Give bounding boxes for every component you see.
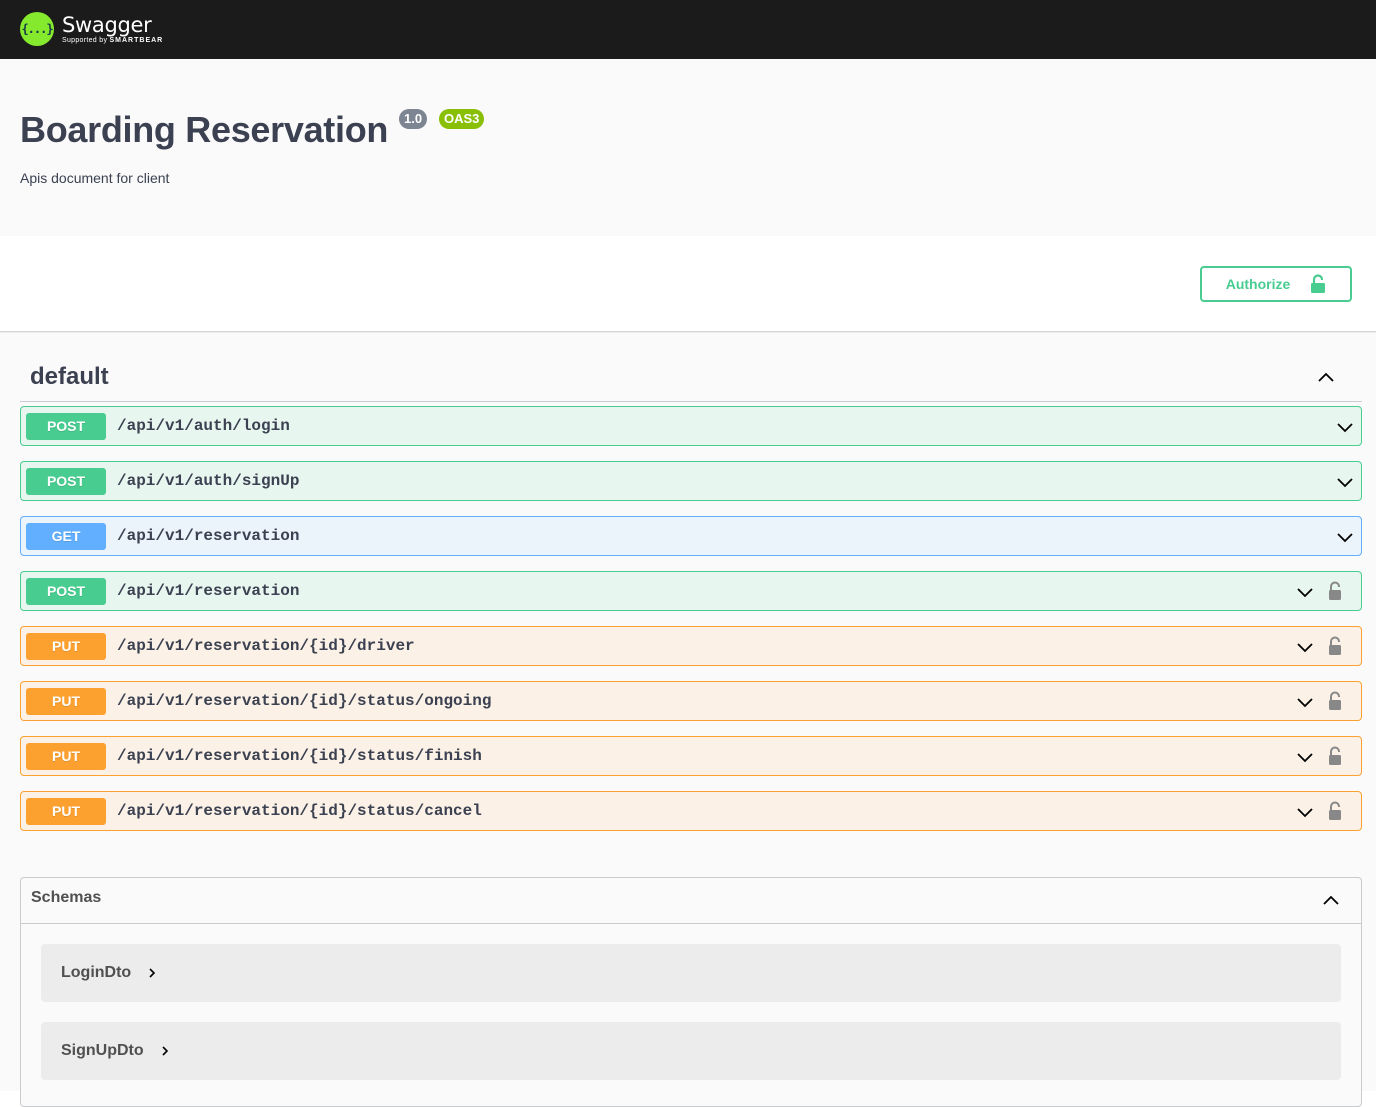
chevron-down-icon[interactable] bbox=[1335, 417, 1355, 437]
operation-path: /api/v1/auth/signUp bbox=[117, 472, 300, 490]
version-badge: 1.0 bbox=[399, 109, 428, 129]
operation-put[interactable]: PUT/api/v1/reservation/{id}/status/finis… bbox=[20, 736, 1362, 776]
unlocked-icon[interactable] bbox=[1327, 801, 1343, 821]
method-badge: POST bbox=[26, 577, 106, 605]
chevron-down-icon[interactable] bbox=[1295, 747, 1315, 767]
swagger-logo[interactable]: {...} Swagger Supported by SMARTBEAR bbox=[20, 10, 163, 48]
schemas-title: Schemas bbox=[31, 889, 102, 906]
operation-path: /api/v1/reservation bbox=[117, 527, 300, 545]
method-badge: PUT bbox=[26, 687, 106, 715]
method-badge: PUT bbox=[26, 797, 106, 825]
tag-section-default[interactable]: default bbox=[20, 351, 1362, 402]
supported-by: Supported by SMARTBEAR bbox=[62, 36, 164, 44]
operation-path: /api/v1/reservation/{id}/driver bbox=[117, 637, 415, 655]
method-badge: POST bbox=[26, 412, 106, 440]
unlocked-icon bbox=[1311, 274, 1326, 293]
chevron-down-icon[interactable] bbox=[1335, 527, 1355, 547]
model-name: LoginDto bbox=[61, 964, 132, 981]
operation-post[interactable]: POST/api/v1/auth/signUp bbox=[20, 461, 1362, 501]
brand-name: Swagger bbox=[62, 12, 152, 37]
authorize-label: Authorize bbox=[1225, 276, 1291, 292]
api-info: Boarding Reservation 1.0 OAS3 Apis docum… bbox=[0, 59, 1376, 236]
method-badge: PUT bbox=[26, 742, 106, 770]
method-badge: GET bbox=[26, 522, 106, 550]
tag-name: default bbox=[30, 363, 109, 390]
model-item[interactable]: LoginDto bbox=[41, 944, 1341, 1002]
unlocked-icon[interactable] bbox=[1327, 581, 1343, 601]
chevron-down-icon[interactable] bbox=[1295, 802, 1315, 822]
chevron-down-icon[interactable] bbox=[1295, 582, 1315, 602]
operation-post[interactable]: POST/api/v1/reservation bbox=[20, 571, 1362, 611]
model-name: SignUpDto bbox=[61, 1042, 144, 1059]
scheme-container: Authorize bbox=[0, 236, 1376, 332]
operation-path: /api/v1/reservation bbox=[117, 582, 300, 600]
chevron-up-icon[interactable] bbox=[1321, 890, 1341, 910]
unlocked-icon[interactable] bbox=[1327, 691, 1343, 711]
api-title: Boarding Reservation bbox=[20, 109, 389, 150]
operations-area: default POST/api/v1/auth/login POST/api/v… bbox=[0, 333, 1376, 1107]
operation-path: /api/v1/reservation/{id}/status/cancel bbox=[117, 802, 482, 820]
api-description: Apis document for client bbox=[20, 170, 170, 186]
operation-path: /api/v1/reservation/{id}/status/finish bbox=[117, 747, 482, 765]
chevron-down-icon[interactable] bbox=[1295, 637, 1315, 657]
operation-put[interactable]: PUT/api/v1/reservation/{id}/driver bbox=[20, 626, 1362, 666]
unlocked-icon[interactable] bbox=[1327, 636, 1343, 656]
schemas-header[interactable]: Schemas bbox=[21, 878, 1361, 924]
operation-path: /api/v1/auth/login bbox=[117, 417, 290, 435]
unlocked-icon[interactable] bbox=[1327, 746, 1343, 766]
authorize-button[interactable]: Authorize bbox=[1200, 266, 1352, 302]
top-bar: {...} Swagger Supported by SMARTBEAR bbox=[0, 0, 1376, 59]
operation-put[interactable]: PUT/api/v1/reservation/{id}/status/ongoi… bbox=[20, 681, 1362, 721]
chevron-down-icon[interactable] bbox=[1295, 692, 1315, 712]
method-badge: PUT bbox=[26, 632, 106, 660]
chevron-right-icon[interactable] bbox=[147, 967, 157, 979]
operation-put[interactable]: PUT/api/v1/reservation/{id}/status/cance… bbox=[20, 791, 1362, 831]
chevron-up-icon[interactable] bbox=[1316, 367, 1336, 387]
chevron-down-icon[interactable] bbox=[1335, 472, 1355, 492]
method-badge: POST bbox=[26, 467, 106, 495]
swagger-logo-icon: {...} bbox=[20, 12, 54, 46]
oas-badge: OAS3 bbox=[439, 109, 485, 129]
schemas-section: Schemas LoginDto SignUpDto bbox=[20, 877, 1362, 1107]
chevron-right-icon[interactable] bbox=[160, 1045, 170, 1057]
model-item[interactable]: SignUpDto bbox=[41, 1022, 1341, 1080]
operation-path: /api/v1/reservation/{id}/status/ongoing bbox=[117, 692, 492, 710]
operation-post[interactable]: POST/api/v1/auth/login bbox=[20, 406, 1362, 446]
operation-get[interactable]: GET/api/v1/reservation bbox=[20, 516, 1362, 556]
